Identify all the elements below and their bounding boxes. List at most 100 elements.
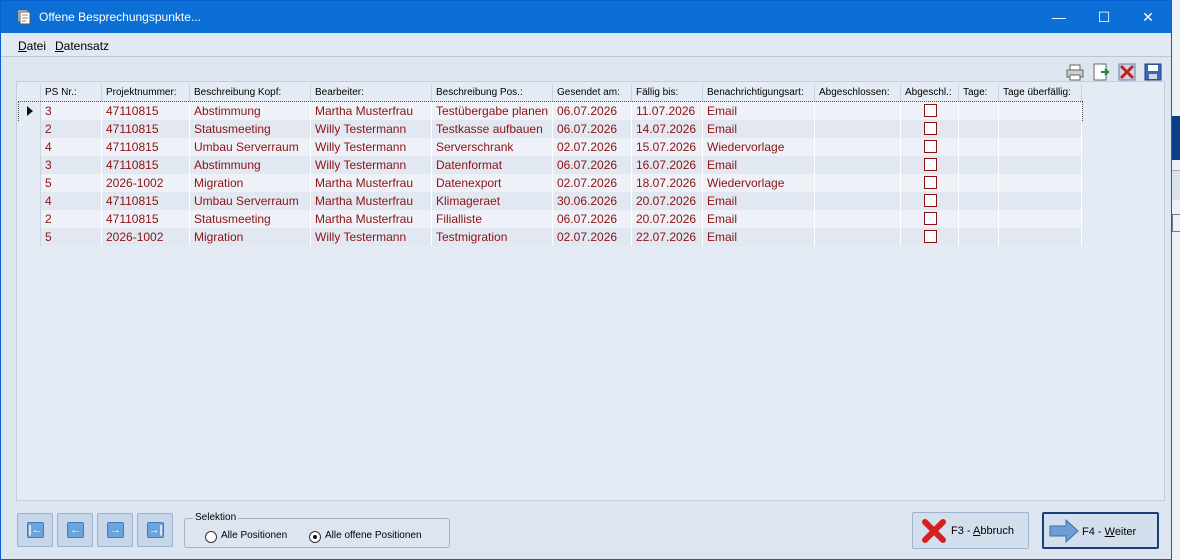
cell-projektnummer[interactable]: 2026-1002 xyxy=(102,228,190,246)
table-row[interactable]: 2 47110815 Statusmeeting Martha Musterfrau F… xyxy=(19,210,1082,228)
cell-beschreibung-kopf[interactable]: Umbau Serverraum xyxy=(190,138,311,156)
minimize-button[interactable]: — xyxy=(1036,1,1082,33)
cell-tage[interactable] xyxy=(959,210,999,228)
cell-tage-ueberfaellig[interactable] xyxy=(999,228,1082,246)
row-indicator[interactable] xyxy=(19,156,41,174)
abgeschl-checkbox[interactable] xyxy=(924,104,937,117)
cell-ps-nr[interactable]: 3 xyxy=(41,102,102,120)
row-indicator[interactable] xyxy=(19,210,41,228)
row-indicator[interactable] xyxy=(19,228,41,246)
row-indicator[interactable] xyxy=(19,174,41,192)
cell-faellig-bis[interactable]: 18.07.2026 xyxy=(632,174,703,192)
cell-abgeschlossen[interactable] xyxy=(815,102,901,120)
cell-beschreibung-kopf[interactable]: Migration xyxy=(190,228,311,246)
column-header-tage-ueberfaellig[interactable]: Tage überfällig: xyxy=(999,84,1082,102)
print-icon[interactable] xyxy=(1066,63,1084,81)
table-row[interactable]: 2 47110815 Statusmeeting Willy Testermann Te… xyxy=(19,120,1082,138)
cell-bearbeiter[interactable]: Willy Testermann xyxy=(311,138,432,156)
cell-ps-nr[interactable]: 2 xyxy=(41,120,102,138)
cell-ps-nr[interactable]: 5 xyxy=(41,174,102,192)
cell-beschreibung-pos[interactable]: Klimageraet xyxy=(432,192,553,210)
cell-abgeschlossen[interactable] xyxy=(815,174,901,192)
first-record-button[interactable]: |← xyxy=(17,513,53,547)
cell-projektnummer[interactable]: 47110815 xyxy=(102,210,190,228)
column-header-projektnummer[interactable]: Projektnummer: xyxy=(102,84,190,102)
cell-abgeschlossen[interactable] xyxy=(815,156,901,174)
cell-benachrichtigungsart[interactable]: Wiedervorlage xyxy=(703,138,815,156)
cell-beschreibung-kopf[interactable]: Abstimmung xyxy=(190,156,311,174)
cell-beschreibung-kopf[interactable]: Abstimmung xyxy=(190,102,311,120)
cell-gesendet-am[interactable]: 06.07.2026 xyxy=(553,120,632,138)
table-row[interactable]: 3 47110815 Abstimmung Martha Musterfrau Test… xyxy=(18,101,1083,121)
abgeschl-checkbox[interactable] xyxy=(924,176,937,189)
menu-datei[interactable]: Datei xyxy=(18,39,46,53)
cell-tage[interactable] xyxy=(959,156,999,174)
menu-datensatz[interactable]: Datensatz xyxy=(55,39,109,53)
column-header-abgeschl[interactable]: Abgeschl.: xyxy=(901,84,959,102)
column-header-beschreibung-pos[interactable]: Beschreibung Pos.: xyxy=(432,84,553,102)
cell-faellig-bis[interactable]: 16.07.2026 xyxy=(632,156,703,174)
column-header-gesendet-am[interactable]: Gesendet am: xyxy=(553,84,632,102)
cell-abgeschlossen[interactable] xyxy=(815,228,901,246)
cell-projektnummer[interactable]: 2026-1002 xyxy=(102,174,190,192)
cell-tage[interactable] xyxy=(959,120,999,138)
cell-projektnummer[interactable]: 47110815 xyxy=(102,102,190,120)
maximize-button[interactable]: ☐ xyxy=(1081,1,1127,33)
radio-alle-offene-positionen[interactable] xyxy=(309,531,321,543)
abgeschl-checkbox[interactable] xyxy=(924,230,937,243)
cell-tage[interactable] xyxy=(959,102,999,120)
cell-beschreibung-pos[interactable]: Testübergabe planen xyxy=(432,102,553,120)
last-record-button[interactable]: →| xyxy=(137,513,173,547)
cell-benachrichtigungsart[interactable]: Email xyxy=(703,102,815,120)
cell-bearbeiter[interactable]: Martha Musterfrau xyxy=(311,102,432,120)
cell-gesendet-am[interactable]: 06.07.2026 xyxy=(553,156,632,174)
title-bar[interactable]: Offene Besprechungspunkte... — ☐ ✕ xyxy=(1,1,1171,33)
cell-tage[interactable] xyxy=(959,228,999,246)
cell-gesendet-am[interactable]: 06.07.2026 xyxy=(553,102,632,120)
cell-projektnummer[interactable]: 47110815 xyxy=(102,156,190,174)
cell-faellig-bis[interactable]: 15.07.2026 xyxy=(632,138,703,156)
column-header-bearbeiter[interactable]: Bearbeiter: xyxy=(311,84,432,102)
cell-tage-ueberfaellig[interactable] xyxy=(999,210,1082,228)
cell-bearbeiter[interactable]: Martha Musterfrau xyxy=(311,210,432,228)
radio-alle-offene-positionen-label[interactable]: Alle offene Positionen xyxy=(325,530,422,541)
cell-beschreibung-pos[interactable]: Datenformat xyxy=(432,156,553,174)
cell-abgeschlossen[interactable] xyxy=(815,192,901,210)
cell-faellig-bis[interactable]: 20.07.2026 xyxy=(632,192,703,210)
cell-gesendet-am[interactable]: 06.07.2026 xyxy=(553,210,632,228)
abgeschl-checkbox[interactable] xyxy=(924,122,937,135)
cell-bearbeiter[interactable]: Martha Musterfrau xyxy=(311,192,432,210)
cell-gesendet-am[interactable]: 02.07.2026 xyxy=(553,228,632,246)
cell-tage[interactable] xyxy=(959,174,999,192)
save-icon[interactable] xyxy=(1144,63,1162,81)
column-header-beschreibung-kopf[interactable]: Beschreibung Kopf: xyxy=(190,84,311,102)
cell-beschreibung-pos[interactable]: Serverschrank xyxy=(432,138,553,156)
radio-alle-positionen-label[interactable]: Alle Positionen xyxy=(221,530,287,541)
cell-abgeschl[interactable] xyxy=(901,138,959,156)
column-header-tage[interactable]: Tage: xyxy=(959,84,999,102)
cell-tage-ueberfaellig[interactable] xyxy=(999,156,1082,174)
cell-bearbeiter[interactable]: Martha Musterfrau xyxy=(311,174,432,192)
row-indicator[interactable] xyxy=(19,192,41,210)
radio-alle-positionen[interactable] xyxy=(205,531,217,543)
column-header-faellig-bis[interactable]: Fällig bis: xyxy=(632,84,703,102)
cell-gesendet-am[interactable]: 02.07.2026 xyxy=(553,174,632,192)
abgeschl-checkbox[interactable] xyxy=(924,158,937,171)
cell-ps-nr[interactable]: 2 xyxy=(41,210,102,228)
cell-ps-nr[interactable]: 3 xyxy=(41,156,102,174)
cell-ps-nr[interactable]: 5 xyxy=(41,228,102,246)
cell-benachrichtigungsart[interactable]: Email xyxy=(703,228,815,246)
cell-gesendet-am[interactable]: 30.06.2026 xyxy=(553,192,632,210)
table-row[interactable]: 5 2026-1002 Migration Martha Musterfrau Date… xyxy=(19,174,1082,192)
cell-benachrichtigungsart[interactable]: Email xyxy=(703,210,815,228)
cell-faellig-bis[interactable]: 11.07.2026 xyxy=(632,102,703,120)
cell-ps-nr[interactable]: 4 xyxy=(41,192,102,210)
cell-abgeschl[interactable] xyxy=(901,156,959,174)
cell-beschreibung-pos[interactable]: Datenexport xyxy=(432,174,553,192)
cell-abgeschl[interactable] xyxy=(901,228,959,246)
cell-beschreibung-kopf[interactable]: Statusmeeting xyxy=(190,210,311,228)
previous-record-button[interactable]: ← xyxy=(57,513,93,547)
cell-benachrichtigungsart[interactable]: Email xyxy=(703,156,815,174)
cell-beschreibung-kopf[interactable]: Statusmeeting xyxy=(190,120,311,138)
cell-tage-ueberfaellig[interactable] xyxy=(999,174,1082,192)
